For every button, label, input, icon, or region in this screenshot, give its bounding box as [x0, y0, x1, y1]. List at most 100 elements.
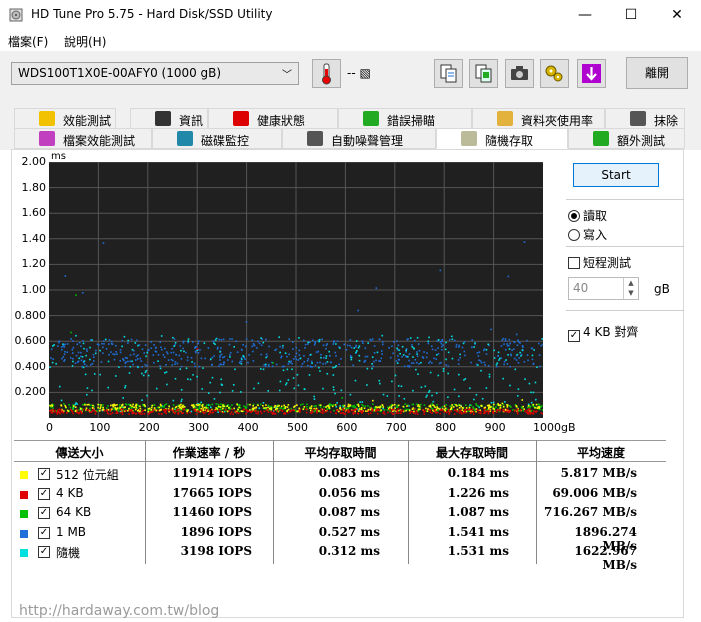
- spin-up-down-icon[interactable]: ▲ ▼: [623, 278, 638, 299]
- data-point: [336, 409, 339, 412]
- tab-row2-1[interactable]: 磁碟監控: [152, 128, 282, 149]
- series-visible-checkbox[interactable]: ✓: [38, 468, 50, 480]
- data-point: [540, 405, 543, 407]
- tab-row2-2[interactable]: 自動噪聲管理: [282, 128, 436, 149]
- data-point: [279, 351, 281, 354]
- tab-row1-3[interactable]: 錯誤掃瞄: [338, 108, 472, 129]
- tab-row1-1[interactable]: 資訊: [130, 108, 208, 129]
- data-point: [280, 407, 283, 409]
- data-point: [89, 364, 92, 366]
- data-point: [378, 409, 380, 412]
- data-point: [375, 359, 377, 362]
- align-4kb-checkbox[interactable]: ✓ 4 KB 對齊: [568, 323, 638, 342]
- data-point: [236, 351, 239, 353]
- short-test-checkbox[interactable]: 短程測試: [568, 254, 631, 271]
- data-point: [70, 338, 72, 340]
- data-point: [61, 349, 63, 351]
- data-point: [408, 359, 410, 362]
- data-point: [132, 411, 135, 414]
- data-point: [468, 407, 471, 409]
- tab-row2-4[interactable]: 額外測試: [568, 128, 685, 149]
- copy-text-button[interactable]: [434, 59, 463, 88]
- data-point: [463, 379, 465, 381]
- data-point: [472, 406, 474, 408]
- data-point: [72, 340, 74, 342]
- data-point: [304, 347, 306, 349]
- data-point: [73, 405, 75, 407]
- tab-row1-0[interactable]: 效能測試: [14, 108, 116, 129]
- data-point: [296, 404, 298, 406]
- data-point: [477, 364, 479, 366]
- data-point: [256, 347, 258, 349]
- data-point: [61, 346, 63, 348]
- tab-row1-5[interactable]: 抹除: [605, 108, 685, 129]
- close-button[interactable]: ✕: [654, 0, 700, 31]
- data-point: [434, 406, 436, 409]
- data-point: [146, 394, 148, 397]
- exit-button[interactable]: 離開: [626, 57, 688, 89]
- menu-help[interactable]: 說明(H): [64, 33, 106, 50]
- data-point: [135, 355, 138, 358]
- data-point: [99, 407, 102, 410]
- tab-row2-0[interactable]: 檔案效能測試: [14, 128, 152, 149]
- data-point: [85, 407, 88, 410]
- data-point: [287, 379, 290, 381]
- data-point: [408, 365, 411, 368]
- menu-file[interactable]: 檔案(F): [8, 33, 48, 50]
- data-point: [508, 338, 511, 341]
- data-point: [342, 404, 344, 407]
- data-point: [99, 373, 101, 376]
- screenshot-button[interactable]: [505, 59, 534, 88]
- data-point: [392, 352, 394, 355]
- short-test-size-input[interactable]: 40 ▲ ▼: [568, 277, 639, 300]
- data-point: [318, 338, 321, 341]
- series-visible-checkbox[interactable]: ✓: [38, 487, 50, 500]
- data-point: [132, 403, 134, 406]
- data-point: [165, 351, 168, 353]
- data-point: [412, 362, 415, 364]
- data-point: [119, 408, 122, 411]
- data-point: [386, 395, 389, 397]
- data-point: [160, 404, 162, 407]
- data-point: [352, 364, 355, 367]
- copy-all-button[interactable]: [469, 59, 498, 88]
- table-divider: [273, 440, 274, 564]
- temperature-button[interactable]: [312, 59, 341, 88]
- data-point: [119, 411, 122, 414]
- tab-row1-2[interactable]: 健康狀態: [208, 108, 338, 129]
- options-button[interactable]: [540, 59, 569, 88]
- series-visible-checkbox[interactable]: ✓: [38, 526, 50, 539]
- data-point: [393, 341, 395, 343]
- series-visible-checkbox[interactable]: ✓: [38, 507, 50, 519]
- data-point: [130, 338, 133, 341]
- save-button[interactable]: [577, 59, 606, 88]
- read-radio[interactable]: 讀取: [568, 207, 607, 224]
- series-visible-checkbox[interactable]: ✓: [38, 546, 50, 558]
- data-point: [503, 363, 505, 366]
- data-point: [162, 354, 165, 356]
- data-point: [78, 341, 81, 344]
- table-cell: 0.527 ms: [318, 524, 380, 539]
- data-point: [164, 404, 166, 406]
- data-point: [382, 412, 384, 414]
- x-tick-label: 0: [46, 421, 53, 434]
- data-point: [416, 336, 419, 339]
- separator: [566, 199, 684, 200]
- data-point: [186, 410, 189, 413]
- data-point: [265, 356, 267, 359]
- data-point: [129, 404, 132, 407]
- minimize-button[interactable]: —: [562, 0, 608, 31]
- data-point: [459, 409, 462, 412]
- data-point: [71, 365, 74, 367]
- data-point: [381, 341, 384, 343]
- tab-row2-3[interactable]: 隨機存取: [436, 128, 568, 149]
- write-radio[interactable]: 寫入: [568, 226, 607, 243]
- drive-select[interactable]: WDS100T1X0E-00AFY0 (1000 gB) ﹀: [11, 62, 299, 85]
- data-point: [90, 404, 93, 407]
- data-point: [145, 369, 148, 372]
- tab-row1-4[interactable]: 資料夾使用率: [472, 108, 605, 129]
- data-point: [163, 411, 166, 413]
- maximize-button[interactable]: ☐: [608, 0, 654, 31]
- data-point: [197, 342, 200, 345]
- start-button[interactable]: Start: [573, 163, 659, 187]
